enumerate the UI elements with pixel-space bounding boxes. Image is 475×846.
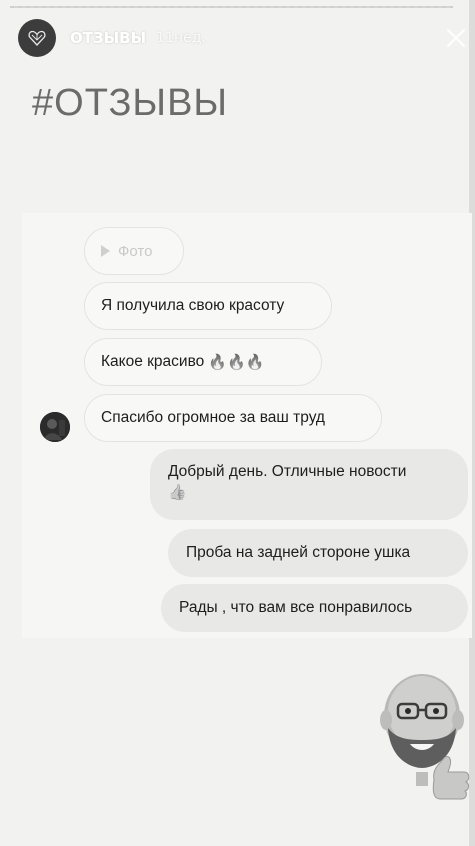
message-text: Добрый день. Отличные новости xyxy=(168,463,407,480)
sender-avatar xyxy=(40,412,70,442)
outgoing-message: Рады , что вам все понравилось xyxy=(161,584,468,632)
post-age: 11нед. xyxy=(156,30,206,46)
incoming-message: Спасибо огромное за ваш труд xyxy=(84,394,382,442)
account-avatar[interactable] xyxy=(18,19,56,57)
account-name[interactable]: ОТЗЫВЫ xyxy=(70,29,146,47)
heart-logo-icon xyxy=(28,30,46,46)
sender-photo xyxy=(40,412,70,442)
message-text: Рады , что вам все понравилось xyxy=(179,599,413,616)
story-progress-bar xyxy=(10,6,453,8)
thumbs-up-emoji-icon: 👍 xyxy=(168,484,187,501)
progress-segment xyxy=(10,6,453,8)
incoming-message: Я получила свою красоту xyxy=(84,282,332,330)
memoji-thumbs-up-sticker[interactable] xyxy=(372,668,472,802)
message-text: Спасибо огромное за ваш труд xyxy=(101,409,325,426)
fire-emoji-icon: 🔥🔥🔥 xyxy=(208,354,265,371)
message-text: Проба на задней стороне ушка xyxy=(186,544,411,561)
play-icon xyxy=(101,245,110,257)
incoming-message: Какое красиво 🔥🔥🔥 xyxy=(84,338,322,386)
story-frame: ОТЗЫВЫ 11нед. #ОТЗЫВЫ Фото Я получила св… xyxy=(0,0,475,846)
outgoing-message: Проба на задней стороне ушка xyxy=(168,529,468,577)
close-icon[interactable] xyxy=(444,26,468,50)
message-text: Я получила свою красоту xyxy=(101,297,285,314)
story-header: ОТЗЫВЫ 11нед. xyxy=(18,18,468,58)
photo-label: Фото xyxy=(118,242,153,260)
outgoing-message: Добрый день. Отличные новости 👍 xyxy=(150,449,468,520)
message-text: Какое красиво xyxy=(101,353,205,370)
story-title: #ОТЗЫВЫ xyxy=(32,82,229,124)
photo-message-bubble[interactable]: Фото xyxy=(84,227,184,275)
